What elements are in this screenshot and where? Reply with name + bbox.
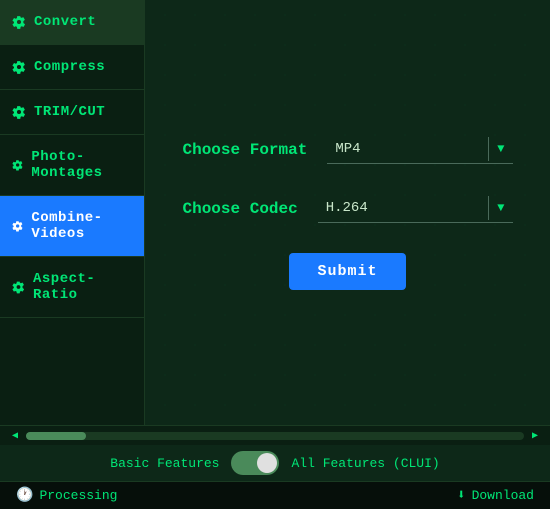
sidebar-item-photo-montages[interactable]: Photo-Montages — [0, 135, 144, 196]
scrollbar: ◀ ▶ — [0, 425, 550, 445]
content-area: Choose Format MP4 ▼ Choose Codec H.264 ▼… — [145, 0, 550, 425]
app-container: Convert Compress TRIM/CUT Photo-Montages — [0, 0, 550, 509]
format-select-wrapper[interactable]: MP4 ▼ — [327, 135, 512, 164]
codec-select-wrapper[interactable]: H.264 ▼ — [318, 194, 513, 223]
sidebar-item-convert[interactable]: Convert — [0, 0, 144, 45]
codec-dropdown-chevron-icon[interactable]: ▼ — [489, 197, 512, 219]
all-features-label: All Features (CLUI) — [291, 456, 439, 471]
format-label: Choose Format — [183, 141, 308, 159]
sidebar-item-combine-videos[interactable]: Combine-Videos — [0, 196, 144, 257]
gear-icon-combine — [12, 219, 23, 233]
status-left: 🕐 Processing — [16, 487, 117, 504]
processing-label: Processing — [39, 488, 117, 503]
scroll-right-arrow-icon[interactable]: ▶ — [528, 428, 542, 444]
download-icon: ⬇ — [457, 487, 465, 504]
gear-icon-trim — [12, 105, 26, 119]
format-row: Choose Format MP4 ▼ — [183, 135, 513, 164]
toggle-knob — [257, 453, 277, 473]
gear-icon-aspect — [12, 280, 25, 294]
sidebar-item-compress[interactable]: Compress — [0, 45, 144, 90]
sidebar-item-aspect-ratio-label: Aspect-Ratio — [33, 271, 132, 303]
sidebar-item-aspect-ratio[interactable]: Aspect-Ratio — [0, 257, 144, 318]
sidebar: Convert Compress TRIM/CUT Photo-Montages — [0, 0, 145, 425]
scroll-left-arrow-icon[interactable]: ◀ — [8, 428, 22, 444]
sidebar-item-combine-videos-label: Combine-Videos — [31, 210, 132, 242]
format-select-display[interactable]: MP4 — [327, 135, 488, 163]
sidebar-item-photo-montages-label: Photo-Montages — [31, 149, 132, 181]
status-bar: 🕐 Processing ⬇ Download — [0, 481, 550, 509]
features-toggle[interactable] — [231, 451, 279, 475]
gear-icon-compress — [12, 60, 26, 74]
sidebar-item-compress-label: Compress — [34, 59, 105, 75]
scroll-track[interactable] — [26, 432, 524, 440]
sidebar-item-convert-label: Convert — [34, 14, 96, 30]
sidebar-item-trim-cut[interactable]: TRIM/CUT — [0, 90, 144, 135]
basic-features-label: Basic Features — [110, 456, 219, 471]
scroll-thumb[interactable] — [26, 432, 86, 440]
gear-icon-photo — [12, 158, 23, 172]
toggle-area: Basic Features All Features (CLUI) — [0, 445, 550, 481]
codec-select-display[interactable]: H.264 — [318, 194, 489, 222]
status-right[interactable]: ⬇ Download — [457, 487, 534, 504]
format-dropdown-chevron-icon[interactable]: ▼ — [489, 138, 512, 160]
codec-row: Choose Codec H.264 ▼ — [183, 194, 513, 223]
sidebar-item-trim-cut-label: TRIM/CUT — [34, 104, 105, 120]
clock-icon: 🕐 — [16, 487, 33, 504]
submit-button[interactable]: Submit — [289, 253, 405, 290]
codec-label: Choose Codec — [183, 200, 298, 218]
main-area: Convert Compress TRIM/CUT Photo-Montages — [0, 0, 550, 425]
gear-icon-convert — [12, 15, 26, 29]
download-label: Download — [472, 488, 534, 503]
